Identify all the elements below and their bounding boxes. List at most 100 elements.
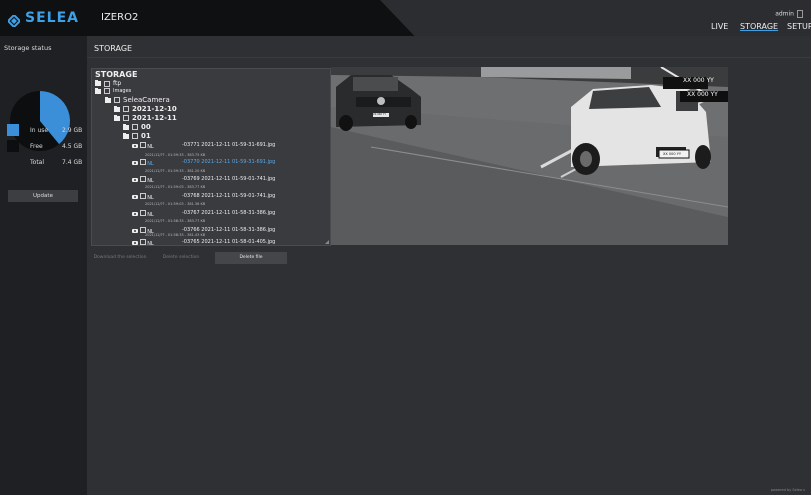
file-item[interactable]: NL -03765 2021-12-11 01-58-01-405.jpg <box>132 239 275 245</box>
folder-icon <box>105 96 111 103</box>
tree-folder-date-2021-12-11[interactable]: 2021-12-11 <box>114 114 177 122</box>
file-checkbox[interactable] <box>139 239 146 245</box>
car-plate: XX 000 YY <box>663 152 681 156</box>
file-name: -03769 2021-12-11 01-59-01-741.jpg <box>182 176 276 182</box>
file-prefix: NL <box>147 161 154 167</box>
top-bar: SELEA IZERO2 LIVE STORAGE SETUP admin <box>0 0 811 36</box>
legend-value: 4.5 GB <box>62 143 83 150</box>
resize-handle[interactable] <box>325 240 329 244</box>
file-name: -03765 2021-12-11 01-58-01-405.jpg <box>182 239 276 245</box>
file-meta: 2021/12/?? - 01:59:03 - 383.77 KB <box>145 185 206 189</box>
street-photo <box>331 67 728 245</box>
file-name: -03770 2021-12-11 01-59-31-691.jpg <box>182 159 276 165</box>
folder-label: SeleaCamera <box>123 96 170 104</box>
file-meta: 2021/12/?? - 01:59:33 - 383.75 KB <box>145 153 206 157</box>
free-swatch <box>7 140 19 152</box>
folder-label: 00 <box>141 123 151 131</box>
legend-total: Total 7.4 GB <box>7 156 87 168</box>
folder-icon <box>95 87 101 94</box>
logout-icon[interactable] <box>797 10 803 18</box>
camera-icon <box>132 178 138 182</box>
delete-file-button[interactable]: Delete file <box>215 252 287 264</box>
legend-free: Free 4.5 GB <box>7 140 87 152</box>
file-prefix: NL <box>147 178 154 184</box>
folder-checkbox[interactable] <box>132 133 138 139</box>
page-title: STORAGE <box>94 44 133 53</box>
legend-label: In use <box>30 127 49 134</box>
legend-value: 2.9 GB <box>62 127 83 134</box>
folder-checkbox[interactable] <box>104 88 110 94</box>
file-item[interactable]: NL -03767 2021-12-11 01-58-31-386.jpg <box>132 210 275 218</box>
camera-icon <box>132 195 138 199</box>
delete-selection-button[interactable]: Delete selection <box>151 252 211 264</box>
file-meta: 2021/12/?? - 01:59:33 - 381.20 KB <box>145 169 206 173</box>
storage-sidebar: Storage status In use 2.9 GB Free 4.5 GB… <box>0 36 87 495</box>
device-name: IZERO2 <box>101 12 139 23</box>
tree-folder-seleacamera[interactable]: SeleaCamera <box>105 96 170 104</box>
folder-label: 01 <box>141 132 151 140</box>
folder-checkbox[interactable] <box>123 106 129 112</box>
folder-checkbox[interactable] <box>123 115 129 121</box>
plate-crop-mid: XX 000 YY <box>687 91 718 98</box>
file-prefix: NL <box>147 212 154 218</box>
camera-icon <box>132 144 138 148</box>
brand-logo[interactable]: SELEA <box>6 10 79 29</box>
file-name: -03771 2021-12-11 01-59-31-691.jpg <box>182 142 276 148</box>
folder-icon <box>95 80 101 86</box>
powered-by: powered by Selea s <box>770 488 805 492</box>
camera-icon <box>132 229 138 233</box>
folder-icon <box>123 123 129 130</box>
selea-logo-icon <box>6 12 22 29</box>
tree-root-label: STORAGE <box>95 70 138 79</box>
tree-folder-hour-00[interactable]: 00 <box>123 123 151 131</box>
file-checkbox[interactable] <box>139 193 146 199</box>
tree-folder-date-2021-12-10[interactable]: 2021-12-10 <box>114 105 177 113</box>
folder-label: 2021-12-10 <box>132 105 177 113</box>
file-checkbox[interactable] <box>139 210 146 216</box>
folder-checkbox[interactable] <box>132 124 138 130</box>
storage-status-title: Storage status <box>4 44 52 52</box>
divider <box>87 57 811 58</box>
file-meta: 2021/12/?? - 01:58:33 - 381.43 KB <box>145 233 206 237</box>
tree-folder-images[interactable]: Images <box>95 87 132 94</box>
folder-checkbox[interactable] <box>104 80 110 87</box>
legend-label: Free <box>30 143 43 150</box>
nav-live[interactable]: LIVE <box>711 22 728 31</box>
nav-setup[interactable]: SETUP <box>787 22 811 31</box>
folder-icon <box>114 114 120 121</box>
folder-icon <box>114 105 120 112</box>
file-checkbox[interactable] <box>139 176 146 182</box>
file-name: -03767 2021-12-11 01-58-31-386.jpg <box>182 210 276 216</box>
in-use-swatch <box>7 124 19 136</box>
file-item[interactable]: NL -03769 2021-12-11 01-59-01-741.jpg <box>132 176 275 184</box>
file-item[interactable]: NL -03768 2021-12-11 01-59-01-741.jpg <box>132 193 275 201</box>
car-plate-left: XX 000 YY <box>373 113 386 116</box>
file-meta: 2021/12/?? - 01:59:03 - 381.36 KB <box>145 202 206 206</box>
nav-storage[interactable]: STORAGE <box>740 22 778 31</box>
legend-label: Total <box>30 159 45 166</box>
user-menu[interactable]: admin <box>775 10 803 18</box>
file-meta: 2021/12/?? - 01:58:33 - 383.77 KB <box>145 219 206 223</box>
folder-label: 2021-12-11 <box>132 114 177 122</box>
plate-crop-top: XX 000 YY <box>683 77 714 84</box>
file-name: -03768 2021-12-11 01-59-01-741.jpg <box>182 193 276 199</box>
user-name: admin <box>775 10 794 18</box>
file-item-selected[interactable]: NL -03770 2021-12-11 01-59-31-691.jpg <box>132 159 275 167</box>
image-preview[interactable]: XX 000 YY XX 000 YY XX 000 YY XX 000 YY <box>331 67 728 245</box>
update-button[interactable]: Update <box>8 190 78 202</box>
storage-tree-panel[interactable]: STORAGE ftp Images SeleaCamera 2021-12-1… <box>91 68 331 246</box>
camera-icon <box>132 161 138 165</box>
file-item[interactable]: NL -03771 2021-12-11 01-59-31-691.jpg <box>132 142 275 150</box>
tree-folder-hour-01[interactable]: 01 <box>123 132 151 140</box>
file-checkbox[interactable] <box>139 142 146 148</box>
camera-icon <box>132 212 138 216</box>
legend-value: 7.4 GB <box>62 159 83 166</box>
brand-name: SELEA <box>25 10 79 26</box>
camera-icon <box>132 241 138 245</box>
folder-checkbox[interactable] <box>114 97 120 103</box>
download-selection-button[interactable]: Download the selection <box>91 252 149 264</box>
folder-label: Images <box>113 88 132 94</box>
folder-icon <box>123 132 129 139</box>
tree-folder-ftp[interactable]: ftp <box>95 80 121 87</box>
file-checkbox[interactable] <box>139 159 146 165</box>
